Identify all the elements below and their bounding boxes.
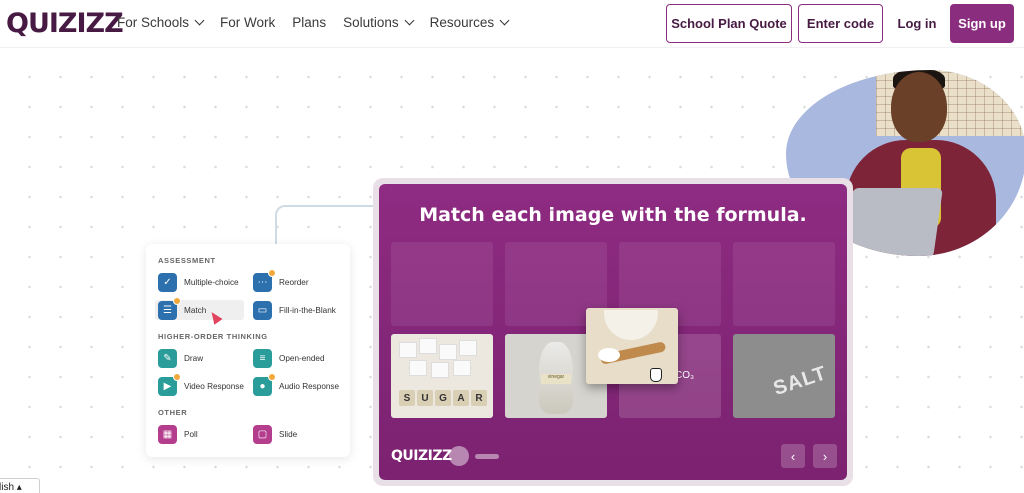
chevron-down-icon [194,15,205,26]
sugar-cube [459,340,477,356]
dragged-image-tile-baking-soda[interactable] [586,308,678,384]
image-tile-sugar[interactable]: S U G A R [391,334,493,418]
nav-for-work-label: For Work [220,15,276,30]
check-circle-icon: ✓ [158,272,177,292]
qtype-label: Open-ended [279,353,325,363]
qtype-fill-in-the-blank[interactable]: ▭ Fill-in-the-Blank [250,300,336,320]
nav-solutions[interactable]: Solutions [343,15,415,30]
letter-tile: G [435,390,451,406]
qtype-label: Draw [184,353,204,363]
letter-tile: U [417,390,433,406]
nav-for-work[interactable]: For Work [220,15,275,30]
quizizz-card-logo: QUIZIZZ [391,448,452,464]
qtype-label: Audio Response [279,381,340,391]
pager-bar [475,454,499,459]
qtype-poll[interactable]: ▦ Poll [155,424,198,444]
vinegar-label: vinegar [541,374,571,384]
qtype-match[interactable]: ☰ Match [155,296,244,320]
qtype-open-ended[interactable]: ≡ Open-ended [250,348,325,368]
nav-plans-label: Plans [292,15,327,30]
qtype-label: Match [184,305,207,315]
nav-solutions-label: Solutions [343,15,399,30]
section-assessment: ASSESSMENT [158,256,216,265]
student-head [891,72,947,142]
layers-icon: ☰ [158,296,181,320]
qtype-audio-response[interactable]: ● Audio Response [250,372,340,396]
text-lines-icon: ≡ [253,348,272,368]
main-nav: For Schools For Work Plans Solutions Res… [117,15,525,30]
image-tile-salt[interactable]: SALT [733,334,835,418]
letter-tile: S [399,390,415,406]
nav-resources[interactable]: Resources [429,15,510,30]
sugar-cube [419,338,437,354]
site-header: QUIZIZZ For Schools For Work Plans Solut… [0,0,1024,48]
letter-tile: R [471,390,487,406]
qtype-label: Fill-in-the-Blank [279,305,336,315]
sugar-cube [431,362,449,378]
previous-button[interactable]: ‹ [781,444,805,468]
enter-code-button[interactable]: Enter code [798,4,883,43]
nav-for-schools-label: For Schools [117,15,190,30]
premium-star-icon [173,372,181,381]
nav-resources-label: Resources [429,15,495,30]
school-plan-quote-button[interactable]: School Plan Quote [666,4,792,43]
qtype-label: Multiple-choice [184,277,239,287]
video-camera-icon: ▶ [158,372,181,396]
chevron-down-icon [404,15,415,26]
qtype-reorder[interactable]: ⋯ Reorder [250,268,309,292]
sugar-cube [409,360,427,376]
salt-text: SALT [770,362,830,400]
scrabble-letters: S U G A R [399,390,487,406]
pager-dot [449,446,469,466]
laptop [843,188,943,256]
sugar-cube [439,344,457,360]
quizizz-logo[interactable]: QUIZIZZ [6,8,124,39]
nav-for-schools[interactable]: For Schools [117,15,205,30]
microphone-icon: ● [253,372,276,396]
poll-chart-icon: ▦ [158,424,177,444]
answer-slot[interactable] [391,242,493,326]
pencil-icon: ✎ [158,348,177,368]
sugar-cube [399,342,417,358]
presentation-icon: ▢ [253,424,272,444]
premium-star-icon [268,268,276,277]
qtype-slide[interactable]: ▢ Slide [250,424,297,444]
qtype-video-response[interactable]: ▶ Video Response [155,372,244,396]
section-other: OTHER [158,408,188,417]
log-in-button[interactable]: Log in [893,4,941,43]
letter-tile: A [453,390,469,406]
chevron-down-icon [499,15,510,26]
answer-slot[interactable] [733,242,835,326]
chevron-left-icon: ‹ [790,448,796,464]
qtype-multiple-choice[interactable]: ✓ Multiple-choice [155,272,239,292]
sign-up-button[interactable]: Sign up [950,4,1014,43]
qtype-label: Slide [279,429,298,439]
next-button[interactable]: › [813,444,837,468]
question-title: Match each image with the formula. [419,204,807,226]
qtype-label: Video Response [184,381,244,391]
language-selector[interactable]: lish ▴ [0,478,40,493]
nav-plans[interactable]: Plans [292,15,326,30]
section-higher-order-thinking: HIGHER-ORDER THINKING [158,332,268,341]
baking-soda-powder [598,348,620,362]
premium-star-icon [268,372,276,381]
connector-line [275,205,385,245]
premium-star-icon [173,296,181,305]
hand-cursor-icon [650,368,662,382]
grid-dots-icon: ⋯ [253,268,276,292]
chevron-right-icon: › [822,448,828,464]
qtype-label: Poll [184,429,198,439]
sugar-cube [453,360,471,376]
powder-bowl [604,310,658,340]
blank-box-icon: ▭ [253,300,272,320]
qtype-draw[interactable]: ✎ Draw [155,348,203,368]
question-types-panel: ASSESSMENT ✓ Multiple-choice ⋯ Reorder ☰… [146,244,350,457]
qtype-label: Reorder [279,277,309,287]
